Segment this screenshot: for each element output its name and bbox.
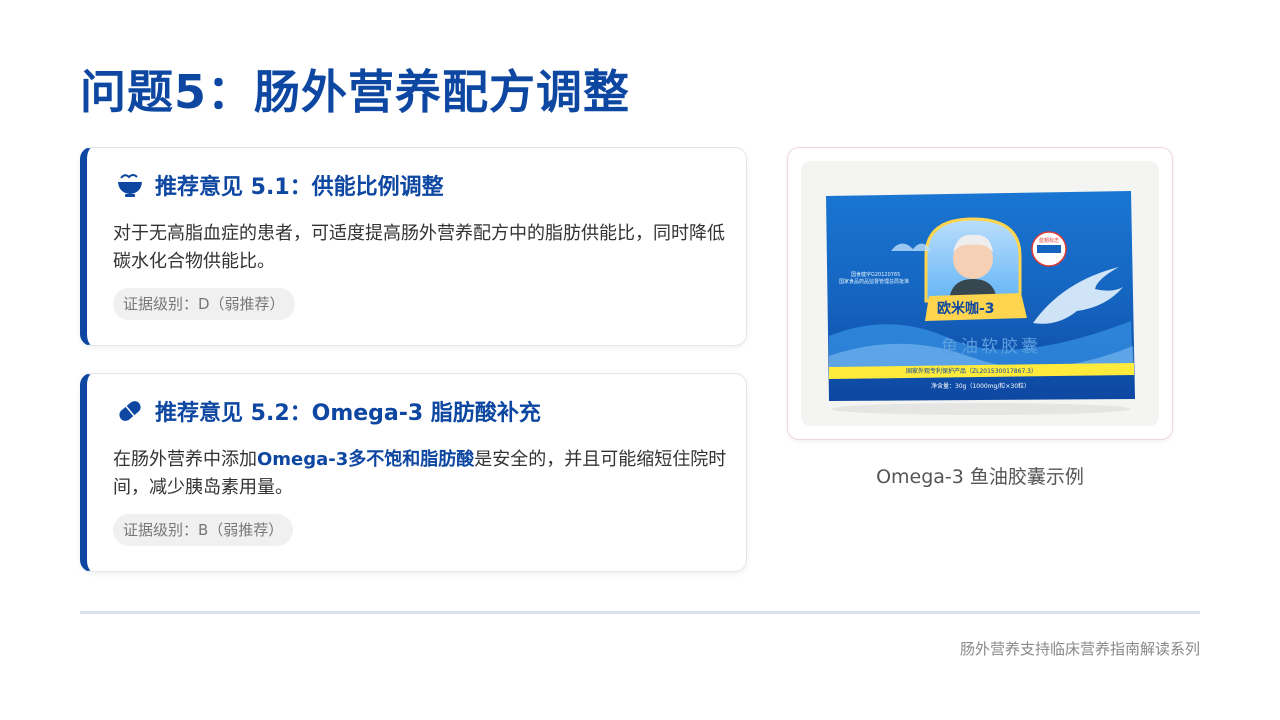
recommendation-card-5-2: 推荐意见 5.2：Omega-3 脂肪酸补充 在肠外营养中添加Omega-3多不…: [80, 373, 747, 572]
product-name: 鱼油软胶囊: [941, 337, 1041, 357]
card-title: 推荐意见 5.1：供能比例调整: [155, 175, 444, 200]
product-patent: 国家外观专利保护产品（ZL201530017867.3）: [906, 368, 1037, 375]
capsule-icon: [115, 396, 145, 426]
product-image: 国食健字G20120765 国家食品药品监督管理总局批准 蓝帽标志 欧米咖-3 …: [801, 161, 1159, 426]
product-approval-subtext: 国家食品药品监督管理总局批准: [839, 279, 910, 285]
card-body: 在肠外营养中添加Omega-3多不饱和脂肪酸是安全的，并且可能缩短住院时间，减少…: [113, 446, 733, 502]
card-header: 推荐意见 5.1：供能比例调整: [115, 170, 444, 200]
bowl-icon: [115, 170, 145, 200]
evidence-badge: 证据级别：B（弱推荐）: [113, 514, 294, 546]
product-brand: 欧米咖-3: [937, 301, 995, 317]
product-approval-text: 国食健字G20120765: [851, 272, 901, 278]
footer-text: 肠外营养支持临床营养指南解读系列: [959, 640, 1200, 658]
body-text: 在肠外营养中添加: [113, 449, 257, 470]
page-title: 问题5：肠外营养配方调整: [80, 65, 631, 119]
recommendation-card-5-1: 推荐意见 5.1：供能比例调整 对于无高脂血症的患者，可适度提高肠外营养配方中的…: [80, 147, 747, 346]
product-image-frame: 国食健字G20120765 国家食品药品监督管理总局批准 蓝帽标志 欧米咖-3 …: [787, 147, 1173, 440]
product-net-content: 净含量：30g（1000mg/粒×30粒）: [931, 383, 1031, 390]
footer-divider: [80, 611, 1200, 614]
evidence-badge: 证据级别：D（弱推荐）: [113, 288, 295, 320]
product-seal-text: 蓝帽标志: [1039, 238, 1060, 244]
card-title: 推荐意见 5.2：Omega-3 脂肪酸补充: [155, 401, 541, 426]
body-highlight: Omega-3多不饱和脂肪酸: [257, 449, 475, 470]
figure-caption: Omega-3 鱼油胶囊示例: [876, 466, 1084, 488]
card-header: 推荐意见 5.2：Omega-3 脂肪酸补充: [115, 396, 541, 426]
card-body: 对于无高脂血症的患者，可适度提高肠外营养配方中的脂肪供能比，同时降低碳水化合物供…: [113, 223, 725, 272]
